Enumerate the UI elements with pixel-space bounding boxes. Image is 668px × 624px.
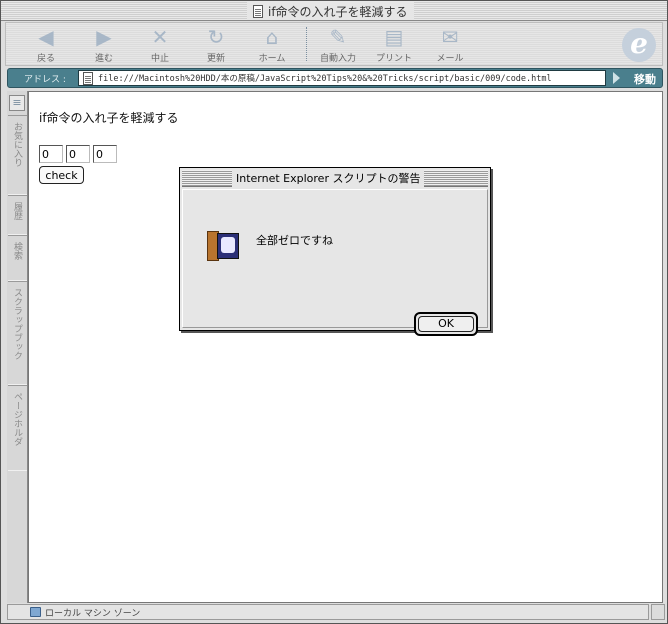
ok-button-label: OK (418, 316, 474, 332)
home-button-label: ホーム (258, 54, 286, 64)
autofill-button-label: 自動入力 (319, 54, 356, 64)
tab-favorites-label: お気に入り (12, 122, 22, 167)
tab-search-label: 検索 (12, 242, 22, 260)
ie-logo-icon[interactable]: e (622, 28, 656, 62)
tab-history[interactable]: 履歴 (8, 195, 27, 235)
toolbar-separator (306, 27, 307, 61)
resize-handle[interactable] (651, 604, 665, 620)
home-icon: ⌂ (265, 25, 279, 49)
back-button[interactable]: ◀ 戻る (18, 25, 74, 65)
local-zone-icon (30, 607, 41, 617)
tab-favorites[interactable]: お気に入り (8, 115, 27, 195)
print-icon: ▤ (384, 25, 404, 49)
ok-button[interactable]: OK (414, 312, 478, 336)
stop-button[interactable]: ✕ 中止 (132, 25, 188, 65)
refresh-icon: ↻ (207, 25, 225, 49)
script-alert-icon (207, 231, 239, 261)
tab-page-holder-label: ページホルダ (12, 392, 22, 446)
address-bar: アドレス : file:///Macintosh%20HDD/本の原稿/Java… (7, 68, 663, 88)
document-icon (253, 4, 263, 18)
alert-icon-bubble (221, 237, 235, 253)
status-bar: ローカル マシン ゾーン (7, 604, 649, 620)
tab-page-holder[interactable]: ページホルダ (8, 385, 27, 471)
explorer-toggle-icon[interactable]: ≡ (9, 95, 25, 111)
go-button[interactable]: 移動 (634, 71, 656, 87)
stop-icon: ✕ (151, 25, 169, 49)
autofill-icon: ✎ (329, 25, 347, 49)
title-bar[interactable]: if命令の入れ子を軽減する (1, 1, 667, 21)
mail-button-label: メール (436, 54, 464, 64)
address-field[interactable]: file:///Macintosh%20HDD/本の原稿/JavaScript%… (78, 70, 606, 86)
dialog-title: Internet Explorer スクリプトの警告 (232, 170, 425, 187)
toolbar: ◀ 戻る ▶ 進む ✕ 中止 ↻ 更新 ⌂ ホーム ✎ 自動入力 ▤ プリント … (5, 22, 663, 66)
address-label: アドレス : (24, 75, 66, 85)
tab-scrapbook-label: スクラップブック (12, 288, 22, 360)
tab-history-label: 履歴 (12, 202, 22, 220)
number-input-1[interactable] (39, 145, 63, 163)
dialog-message: 全部ゼロですね (256, 234, 333, 247)
home-button[interactable]: ⌂ ホーム (244, 25, 300, 65)
check-button[interactable]: check (39, 166, 84, 184)
forward-button-label: 進む (94, 54, 113, 64)
browser-window: if命令の入れ子を軽減する ◀ 戻る ▶ 進む ✕ 中止 ↻ 更新 ⌂ ホーム … (0, 0, 668, 624)
forward-arrow-icon: ▶ (96, 25, 112, 49)
autofill-button[interactable]: ✎ 自動入力 (310, 25, 366, 65)
explorer-bar: ≡ お気に入り 履歴 検索 スクラップブック ページホルダ (7, 91, 28, 603)
mail-button[interactable]: ✉ メール (422, 25, 478, 65)
number-input-3[interactable] (93, 145, 117, 163)
dialog-body: 全部ゼロですね OK (182, 189, 488, 336)
window-title: if命令の入れ子を軽減する (268, 4, 408, 19)
back-button-label: 戻る (36, 54, 55, 64)
back-arrow-icon: ◀ (38, 25, 54, 49)
number-input-2[interactable] (66, 145, 90, 163)
tab-scrapbook[interactable]: スクラップブック (8, 281, 27, 385)
forward-button[interactable]: ▶ 進む (76, 25, 132, 65)
title-wrap: if命令の入れ子を軽減する (247, 2, 414, 20)
script-alert-dialog: Internet Explorer スクリプトの警告 全部ゼロですね OK (179, 167, 491, 336)
print-button[interactable]: ▤ プリント (366, 25, 422, 65)
print-button-label: プリント (375, 54, 412, 64)
page-heading: if命令の入れ子を軽減する (39, 111, 179, 125)
dialog-title-bar[interactable]: Internet Explorer スクリプトの警告 (182, 170, 488, 187)
address-url[interactable]: file:///Macintosh%20HDD/本の原稿/JavaScript%… (98, 72, 552, 84)
security-zone-text: ローカル マシン ゾーン (45, 609, 141, 619)
go-arrow-icon (613, 72, 620, 84)
stop-button-label: 中止 (150, 54, 169, 64)
tab-search[interactable]: 検索 (8, 235, 27, 281)
refresh-button-label: 更新 (206, 54, 225, 64)
refresh-button[interactable]: ↻ 更新 (188, 25, 244, 65)
mail-icon: ✉ (441, 25, 459, 49)
page-icon (83, 71, 93, 85)
